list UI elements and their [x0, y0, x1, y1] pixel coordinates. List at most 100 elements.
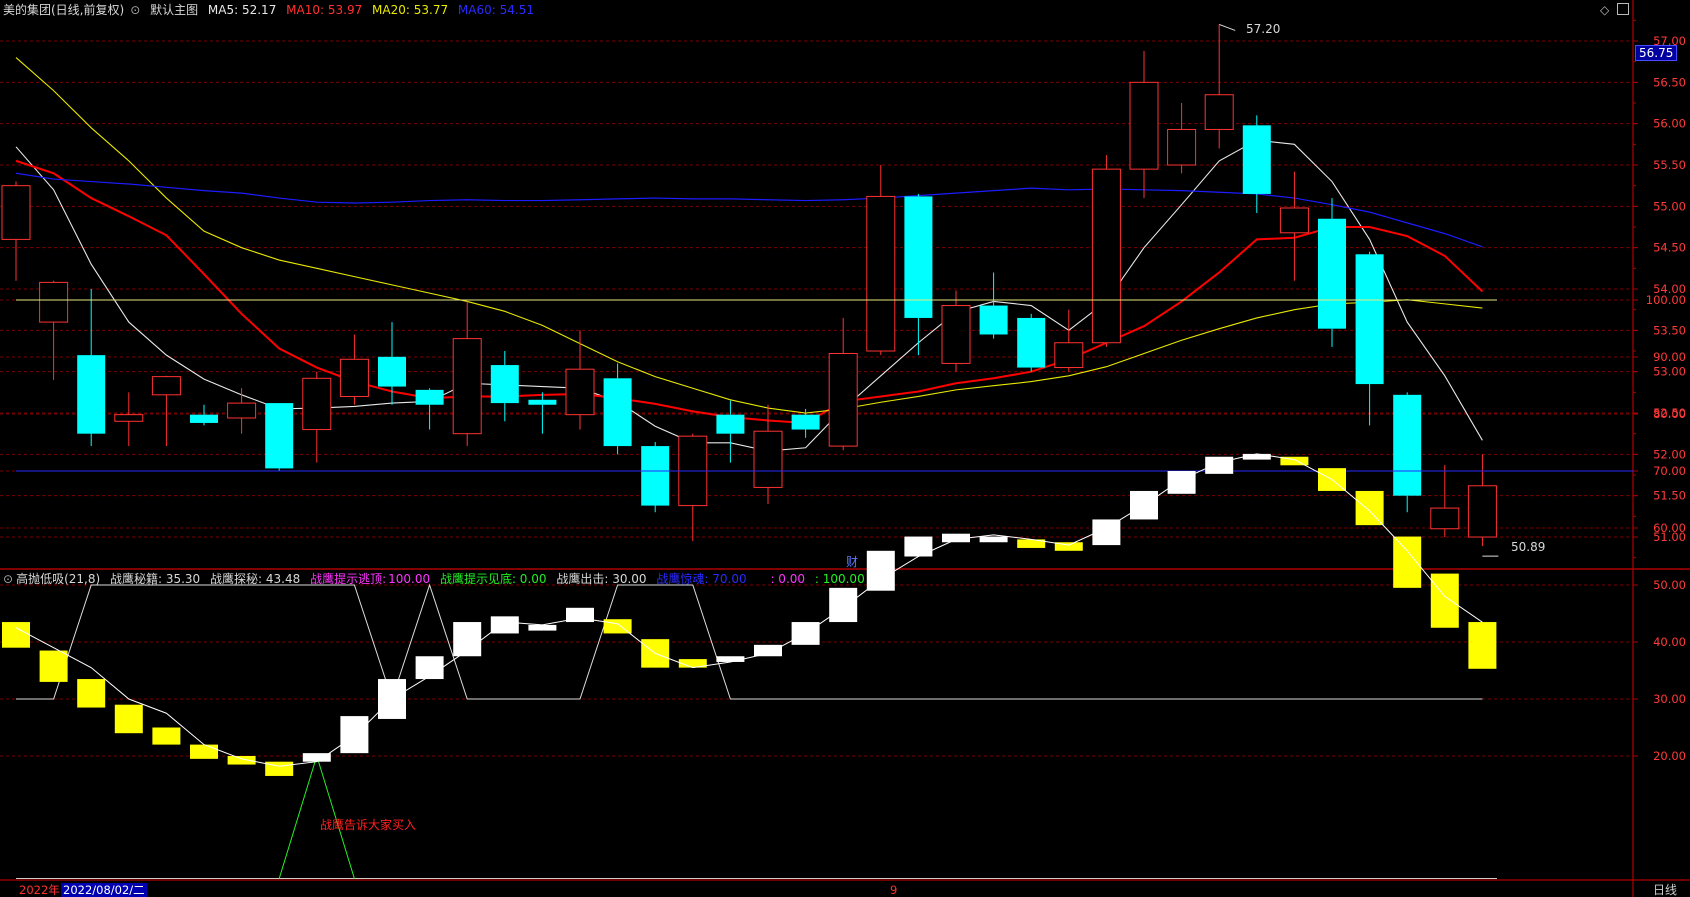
- indicator-bar-white: [528, 624, 557, 631]
- indicator-v6: 战鹰惊魂: 70.00: [656, 572, 747, 586]
- candle-body-down: [791, 414, 820, 430]
- candle-body-down: [979, 305, 1008, 335]
- high-price-label: 57.20: [1246, 22, 1281, 36]
- indicator-v3-label: 战鹰提示逃顶:: [310, 572, 387, 586]
- indicator-tick-label: 70.00: [1653, 464, 1686, 478]
- candle-body-down: [265, 403, 294, 469]
- indicator-v7: : 0.00: [770, 572, 806, 586]
- candle-body-down: [603, 378, 632, 447]
- candle-body-down: [1355, 254, 1384, 385]
- candle-body-down: [490, 365, 519, 404]
- candle-body-up: [1430, 507, 1460, 530]
- candle-body-up: [753, 430, 783, 488]
- price-tick-label: 56.00: [1653, 117, 1686, 131]
- price-tick-label: 52.00: [1653, 447, 1686, 461]
- indicator-toggle-icon[interactable]: ⊙: [3, 572, 13, 586]
- indicator-tick-label: 60.00: [1653, 521, 1686, 535]
- indicator-v8: : 100.00: [814, 572, 865, 586]
- indicator-bar-white: [866, 550, 895, 591]
- buy-signal-text: 战鹰告诉大家买入: [320, 818, 417, 832]
- indicator-bar-white: [1205, 456, 1234, 474]
- main-chart-header: 美的集团(日线,前复权) ⊙ 默认主图 MA5: 52.17 MA10: 53.9…: [3, 3, 540, 17]
- indicator-name[interactable]: 高抛低吸(21,8): [16, 572, 100, 586]
- indicator-v5: 战鹰出击: 30.00: [556, 572, 647, 586]
- indicator-tick-label: 30.00: [1653, 692, 1686, 706]
- price-tick-label: 53.00: [1653, 365, 1686, 379]
- candle-body-up: [1054, 342, 1084, 369]
- price-tick-label: 55.00: [1653, 199, 1686, 213]
- month-label: 9: [890, 883, 898, 897]
- indicator-bar-yellow: [1468, 622, 1497, 669]
- indicator-bar-yellow: [77, 679, 106, 708]
- indicator-bar-white: [979, 536, 1008, 543]
- candle-body-up: [227, 402, 257, 419]
- candle-body-up: [565, 368, 595, 416]
- main-chart-toggle-icon[interactable]: ⊙: [130, 3, 140, 17]
- candle-body-up: [1, 185, 31, 240]
- candle-body-down: [528, 399, 557, 405]
- financial-report-marker[interactable]: 财: [843, 555, 861, 569]
- indicator-bar-white: [340, 716, 369, 754]
- indicator-v2: 战鹰探秘: 43.48: [210, 572, 301, 586]
- low-price-label: 50.89: [1511, 540, 1546, 554]
- candle-body-up: [302, 377, 332, 431]
- date-cursor-label: 2022/08/02/二: [61, 883, 147, 897]
- candle-body-down: [716, 414, 745, 434]
- indicator-bar-white: [490, 616, 519, 634]
- main-chart-label[interactable]: 默认主图: [150, 3, 198, 17]
- indicator-tick-label: 20.00: [1653, 749, 1686, 763]
- candle-body-up: [1129, 81, 1159, 170]
- candle-body-up: [1091, 168, 1121, 344]
- indicator-tick-label: 80.00: [1653, 407, 1686, 421]
- candle-body-up: [1467, 485, 1497, 538]
- indicator-bar-white: [716, 656, 745, 662]
- candle-body-up: [828, 352, 858, 447]
- candle-body-up: [1204, 94, 1234, 130]
- candle-body-up: [151, 376, 181, 396]
- candle-body-down: [1393, 394, 1422, 496]
- year-label: 2022年: [19, 883, 60, 897]
- indicator-v3-value: 100.00: [388, 572, 431, 586]
- ma10-value: MA10: 53.97: [286, 3, 363, 17]
- indicator-bar-white: [1242, 453, 1271, 460]
- candle-body-down: [190, 414, 218, 423]
- candle-body-up: [1167, 128, 1197, 166]
- indicator-tick-label: 90.00: [1653, 350, 1686, 364]
- price-tick-label: 53.50: [1653, 323, 1686, 337]
- candle-body-down: [641, 446, 670, 506]
- indicator-bar-white: [904, 536, 933, 557]
- stock-label[interactable]: 美的集团(日线,前复权): [3, 3, 124, 17]
- indicator-bar-yellow: [114, 704, 143, 734]
- indicator-v4: 战鹰提示见底: 0.00: [439, 572, 547, 586]
- indicator-bar-yellow: [152, 727, 181, 745]
- ma20-value: MA20: 53.77: [372, 3, 449, 17]
- diamond-icon[interactable]: ◇: [1600, 3, 1609, 17]
- chart-canvas[interactable]: 57.0056.5056.0055.5055.0054.5054.0053.50…: [0, 0, 1690, 897]
- price-tick-label: 51.50: [1653, 489, 1686, 503]
- price-tick-label: 56.50: [1653, 75, 1686, 89]
- ma-line-ma10: [15, 159, 1484, 424]
- candle-body-up: [39, 281, 69, 323]
- candle-body-up: [941, 305, 971, 364]
- indicator-bar-yellow: [190, 744, 218, 759]
- indicator-tick-label: 40.00: [1653, 635, 1686, 649]
- candle-body-down: [1242, 125, 1271, 194]
- indicator-thin-line: [15, 453, 1483, 767]
- indicator-bar-yellow: [1355, 490, 1384, 526]
- ma-line-ma20: [15, 57, 1483, 414]
- indicator-bar-white: [829, 587, 858, 623]
- indicator-bar-white: [754, 644, 782, 657]
- candle-body-down: [415, 389, 444, 405]
- indicator-v1: 战鹰秘籍: 35.30: [109, 572, 201, 586]
- candle-body-up: [866, 195, 896, 352]
- indicator-tick-label: 100.00: [1646, 293, 1686, 307]
- period-label[interactable]: 日线: [1650, 883, 1680, 897]
- maximize-icon[interactable]: [1617, 3, 1629, 15]
- price-tick-label: 55.50: [1653, 158, 1686, 172]
- indicator-tick-label: 50.00: [1653, 578, 1686, 592]
- indicator-bar-yellow: [39, 650, 68, 682]
- candle-body-up: [114, 414, 144, 422]
- candle-body-up: [339, 358, 369, 397]
- ma60-value: MA60: 54.51: [457, 3, 534, 17]
- indicator-bar-yellow: [1430, 573, 1459, 628]
